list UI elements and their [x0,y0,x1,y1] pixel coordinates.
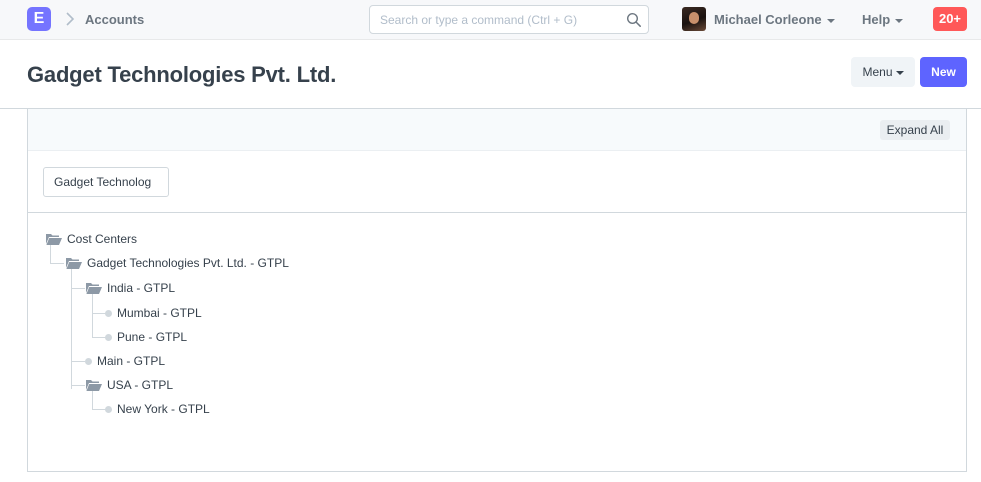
tree-connector [71,385,85,386]
leaf-dot-icon [105,310,112,317]
tree-connector [92,294,93,337]
tree-panel: Expand All Gadget Technolog Cost Centers [27,109,967,472]
company-filter[interactable]: Gadget Technolog [43,167,169,197]
tree-connector [71,361,85,362]
search-box [369,5,649,34]
notifications-badge[interactable]: 20+ [933,7,967,31]
menu-label: Menu [862,65,893,79]
tree-connector [50,263,64,264]
user-name: Michael Corleone [714,12,835,27]
menu-button[interactable]: Menu [851,57,915,87]
folder-open-icon [66,258,82,269]
folder-open-icon [86,283,102,294]
panel-toolbar: Expand All [28,109,966,151]
tree-connector [92,391,93,410]
chevron-right-icon [66,12,75,26]
new-button[interactable]: New [920,57,967,87]
app-logo[interactable]: E [27,7,51,31]
caret-down-icon [895,18,904,23]
tree-connector [92,337,106,338]
user-name-label: Michael Corleone [714,12,822,27]
tree-node-label: Mumbai - GTPL [117,306,202,320]
avatar [682,7,706,31]
tree-connector [71,269,72,389]
leaf-dot-icon [105,334,112,341]
help-label: Help [862,12,891,27]
help-menu[interactable]: Help [862,12,904,27]
tree-node-label: USA - GTPL [107,378,174,392]
navbar: E Accounts Michael Corleone Help 20+ [0,0,981,40]
leaf-dot-icon [85,358,92,365]
tree-node-label: Gadget Technologies Pvt. Ltd. - GTPL [87,256,289,270]
tree-node-label: Main - GTPL [97,354,166,368]
page-title: Gadget Technologies Pvt. Ltd. [27,62,337,87]
caret-down-icon [895,70,904,75]
breadcrumb-accounts[interactable]: Accounts [85,12,144,27]
tree-node-label: New York - GTPL [117,402,210,416]
tree-connector [92,313,106,314]
tree-node-label: Pune - GTPL [117,330,188,344]
cost-center-tree: Cost Centers Gadget Technologies Pvt. Lt… [28,213,966,471]
tree-node-label: Cost Centers [67,232,138,246]
search-input[interactable] [380,10,620,30]
leaf-dot-icon [105,406,112,413]
tree-connector [92,409,106,410]
folder-open-icon [86,380,102,391]
tree-connector [50,245,51,264]
tree-node-label: India - GTPL [107,281,176,295]
search-icon[interactable] [626,12,642,28]
tree-connector [71,288,85,289]
expand-all-button[interactable]: Expand All [880,120,950,140]
caret-down-icon [826,18,835,23]
folder-open-icon [46,234,62,245]
